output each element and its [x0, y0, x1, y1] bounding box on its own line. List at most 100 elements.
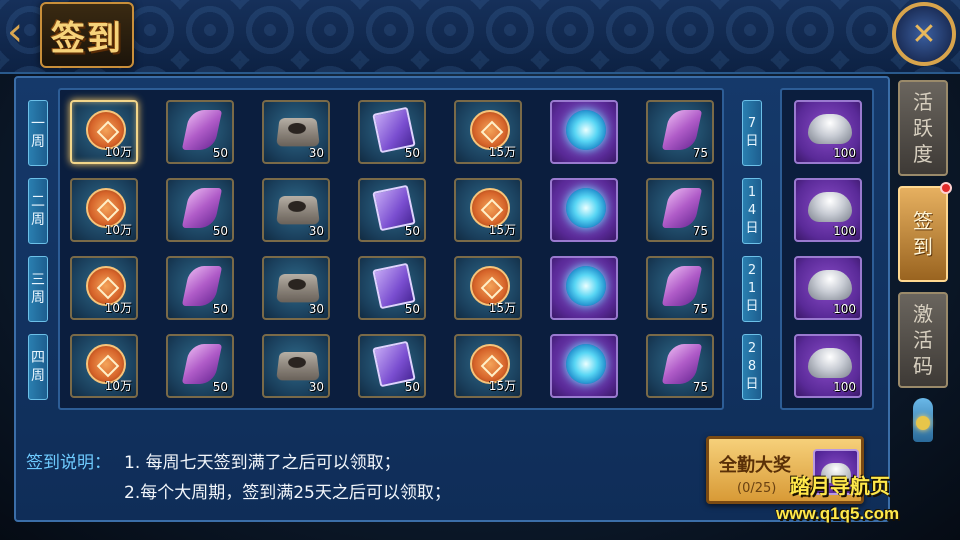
reward-quantity: 15万 — [488, 145, 516, 159]
watermark-url: www.q1q5.com — [776, 504, 900, 523]
reward-cell[interactable]: 10万 — [70, 100, 138, 164]
reward-quantity: 50 — [404, 302, 420, 316]
scroll-icon — [181, 266, 223, 306]
week-label: 一周 — [28, 100, 48, 166]
reward-quantity: 10万 — [104, 145, 132, 159]
notification-badge — [940, 182, 952, 194]
reward-cell[interactable]: 75 — [646, 334, 714, 398]
reward-quantity: 50 — [404, 380, 420, 394]
reward-quantity: 75 — [692, 302, 708, 316]
reward-cell[interactable]: 50 — [166, 256, 234, 320]
reward-cell[interactable]: 10万 — [70, 178, 138, 242]
reward-progress: (0/25) — [737, 481, 777, 496]
reward-cell[interactable]: 75 — [646, 256, 714, 320]
reward-cell[interactable]: 75 — [646, 100, 714, 164]
close-button[interactable]: ✕ — [892, 2, 956, 66]
side-tab[interactable]: 活跃度 — [898, 80, 948, 176]
reward-cell[interactable]: 15万 — [454, 334, 522, 398]
milestone-label: 28日 — [742, 334, 762, 400]
week-label: 二周 — [28, 178, 48, 244]
week-label: 三周 — [28, 256, 48, 322]
reward-cell[interactable]: 30 — [262, 100, 330, 164]
inkstone-icon — [276, 118, 320, 147]
reward-cell[interactable] — [550, 256, 618, 320]
reward-quantity: 30 — [308, 146, 324, 160]
scroll-icon — [661, 344, 703, 384]
week-label-text: 二周 — [31, 194, 45, 228]
week-label-text: 四周 — [31, 350, 45, 384]
reward-quantity: 75 — [692, 380, 708, 394]
reward-quantity: 15万 — [488, 223, 516, 237]
scroll-icon — [661, 110, 703, 150]
reward-cell[interactable]: 15万 — [454, 100, 522, 164]
reward-quantity: 10万 — [104, 223, 132, 237]
scroll-icon — [661, 266, 703, 306]
scroll-icon — [181, 110, 223, 150]
side-tab-label: 活跃度 — [913, 90, 933, 166]
ingot-icon — [808, 270, 852, 300]
weekly-bonus-cell[interactable]: 100 — [794, 178, 862, 242]
top-bar — [0, 0, 960, 74]
reward-cell[interactable]: 75 — [646, 178, 714, 242]
reward-quantity: 75 — [692, 146, 708, 160]
milestone-label-text: 28日 — [745, 341, 759, 392]
orb-icon — [566, 110, 606, 150]
description-line-1: 1. 每周七天签到满了之后可以领取； — [124, 453, 401, 473]
milestone-label: 21日 — [742, 256, 762, 322]
reward-cell[interactable]: 15万 — [454, 178, 522, 242]
bonus-quantity: 100 — [833, 224, 856, 238]
scroll-icon — [661, 188, 703, 228]
reward-cell[interactable] — [550, 334, 618, 398]
week-label: 四周 — [28, 334, 48, 400]
milestone-label-text: 14日 — [745, 185, 759, 236]
page-title: 签到 — [51, 18, 123, 59]
reward-quantity: 30 — [308, 224, 324, 238]
reward-cell[interactable]: 10万 — [70, 334, 138, 398]
reward-cell[interactable] — [550, 100, 618, 164]
reward-cell[interactable]: 50 — [166, 178, 234, 242]
close-icon: ✕ — [911, 16, 937, 52]
reward-cell[interactable]: 50 — [166, 100, 234, 164]
side-tab[interactable]: 激活码 — [898, 292, 948, 388]
ingot-icon — [808, 192, 852, 222]
reward-cell[interactable]: 50 — [358, 334, 426, 398]
reward-quantity: 50 — [404, 224, 420, 238]
reward-cell[interactable]: 30 — [262, 256, 330, 320]
reward-cell[interactable]: 30 — [262, 334, 330, 398]
reward-quantity: 75 — [692, 224, 708, 238]
reward-cell[interactable]: 15万 — [454, 256, 522, 320]
week-label-text: 一周 — [31, 116, 45, 150]
reward-quantity: 50 — [404, 146, 420, 160]
ingot-icon — [808, 114, 852, 144]
orb-icon — [566, 266, 606, 306]
reward-quantity: 15万 — [488, 301, 516, 315]
inkstone-icon — [276, 196, 320, 225]
reward-quantity: 50 — [212, 146, 228, 160]
milestone-label-text: 21日 — [745, 263, 759, 314]
reward-cell[interactable]: 30 — [262, 178, 330, 242]
side-tab-label: 激活码 — [913, 302, 933, 378]
reward-cell[interactable]: 10万 — [70, 256, 138, 320]
back-arrow-icon[interactable]: ‹ — [2, 8, 28, 56]
side-tab-label: 签到 — [913, 209, 933, 259]
milestone-label-text: 7日 — [745, 116, 759, 149]
weekly-bonus-cell[interactable]: 100 — [794, 334, 862, 398]
week-label-text: 三周 — [31, 272, 45, 306]
title-plaque: 签到 — [40, 2, 134, 68]
ingot-icon — [808, 348, 852, 378]
weekly-bonus-cell[interactable]: 100 — [794, 256, 862, 320]
reward-cell[interactable]: 50 — [358, 256, 426, 320]
watermark-title: 踏月导航页 — [790, 474, 890, 498]
reward-cell[interactable]: 50 — [358, 178, 426, 242]
reward-cell[interactable] — [550, 178, 618, 242]
reward-cell[interactable]: 50 — [166, 334, 234, 398]
bonus-quantity: 100 — [833, 380, 856, 394]
reward-quantity: 15万 — [488, 379, 516, 393]
reward-quantity: 30 — [308, 380, 324, 394]
inkstone-icon — [276, 352, 320, 381]
weekly-bonus-cell[interactable]: 100 — [794, 100, 862, 164]
orb-icon — [566, 188, 606, 228]
reward-quantity: 30 — [308, 302, 324, 316]
side-tab[interactable]: 签到 — [898, 182, 952, 282]
reward-cell[interactable]: 50 — [358, 100, 426, 164]
